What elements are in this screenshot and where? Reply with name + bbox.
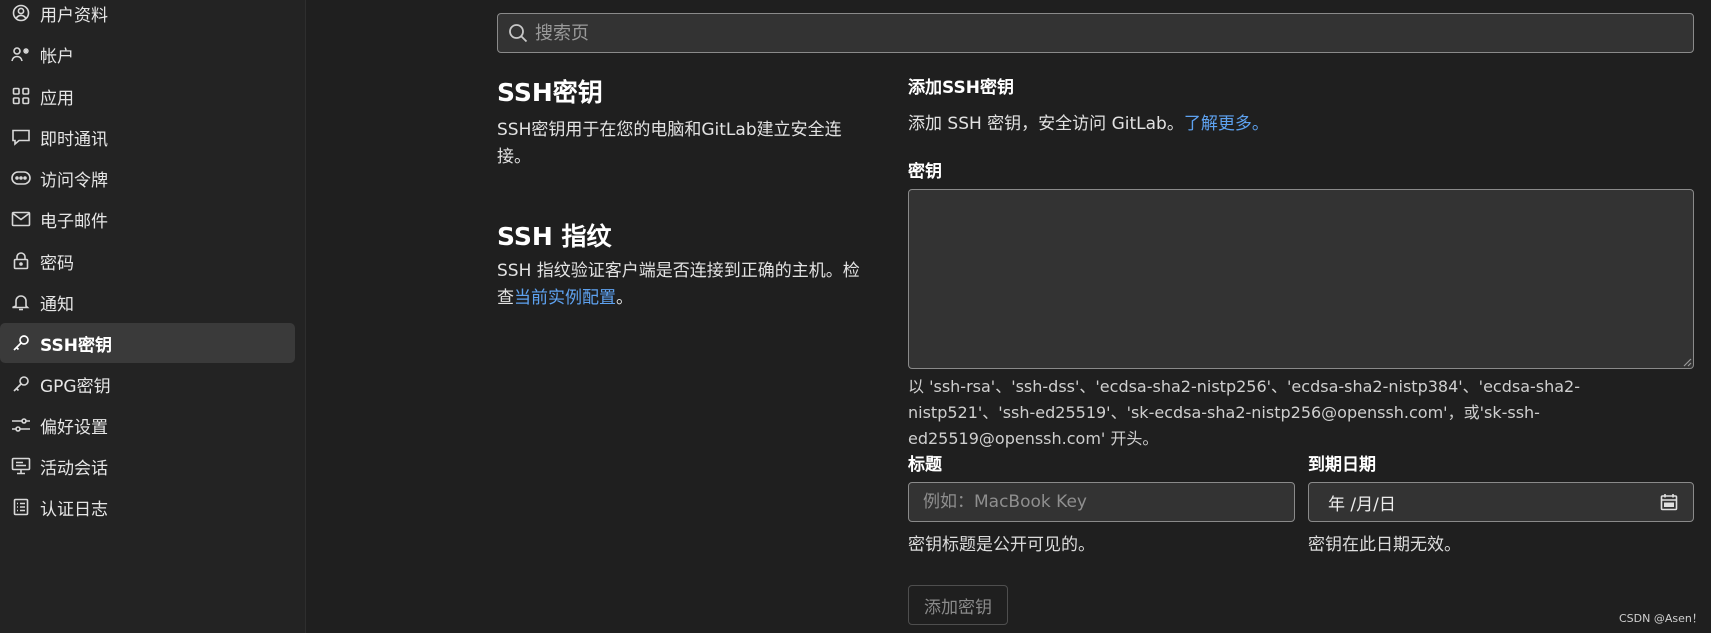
search-input[interactable] <box>535 22 1693 44</box>
sidebar-item-label: 通知 <box>40 294 74 315</box>
app-root: 用户资料 帐户 应用 即时通讯 访问令牌 电子邮件 密码 通知 SSH密钥 GP… <box>0 0 1711 633</box>
add-key-intro: 添加 SSH 密钥，安全访问 GitLab。了解更多。 <box>908 109 1269 134</box>
sidebar-item-applications[interactable]: 应用 <box>0 76 295 116</box>
monitor-icon <box>11 456 31 476</box>
sidebar-item-chat[interactable]: 即时通讯 <box>0 117 295 157</box>
ssh-fingerprint-description: SSH 指纹验证客户端是否连接到正确的主机。检查当前实例配置。 <box>497 258 875 312</box>
bell-icon <box>11 292 31 312</box>
sidebar-item-account[interactable]: 帐户 <box>0 34 295 74</box>
sidebar-item-password[interactable]: 密码 <box>0 241 295 281</box>
resize-grip-icon[interactable] <box>1682 357 1692 367</box>
ssh-fingerprint-title: SSH 指纹 <box>497 222 612 251</box>
ssh-keys-description: SSH密钥用于在您的电脑和GitLab建立安全连接。 <box>497 120 842 167</box>
sidebar-item-notifications[interactable]: 通知 <box>0 282 295 322</box>
sidebar-item-label: 认证日志 <box>40 499 108 520</box>
sidebar-item-label: 即时通讯 <box>40 129 108 150</box>
mail-icon <box>11 209 31 229</box>
applications-icon <box>11 86 31 106</box>
expiry-date-value[interactable]: 年 /月/日 <box>1328 490 1659 515</box>
key-icon <box>11 374 31 394</box>
sidebar-item-label: 访问令牌 <box>40 170 108 191</box>
chat-icon <box>11 127 31 147</box>
expiry-label: 到期日期 <box>1308 455 1376 475</box>
user-circle-icon <box>11 3 31 23</box>
sidebar-item-label: GPG密钥 <box>40 376 111 397</box>
sidebar-item-gpg-keys[interactable]: GPG密钥 <box>0 364 295 404</box>
expiry-help-text: 密钥在此日期无效。 <box>1308 535 1461 555</box>
add-key-button[interactable]: 添加密钥 <box>908 585 1008 625</box>
fingerprint-description-end: 。 <box>616 288 633 308</box>
add-ssh-key-heading: 添加SSH密钥 <box>908 78 1014 98</box>
key-textarea[interactable] <box>908 189 1694 369</box>
sidebar-item-label: 用户资料 <box>40 5 108 26</box>
title-field[interactable] <box>908 482 1295 522</box>
sidebar-item-label: 电子邮件 <box>40 211 108 232</box>
preferences-icon <box>11 415 31 435</box>
ssh-keys-title: SSH密钥 <box>497 78 603 107</box>
key-format-hint: 以 'ssh-rsa'、'ssh-dss'、'ecdsa-sha2-nistp2… <box>908 377 1581 448</box>
settings-sidebar: 用户资料 帐户 应用 即时通讯 访问令牌 电子邮件 密码 通知 SSH密钥 GP… <box>0 0 306 633</box>
key-icon <box>11 333 31 353</box>
title-input[interactable] <box>923 492 1294 512</box>
add-key-intro-text: 添加 SSH 密钥，安全访问 GitLab。 <box>908 114 1184 134</box>
account-icon <box>11 44 31 64</box>
calendar-icon[interactable] <box>1659 492 1679 512</box>
sidebar-item-profile[interactable]: 用户资料 <box>0 0 295 33</box>
expiry-date-field[interactable]: 年 /月/日 <box>1308 482 1694 522</box>
search-icon <box>508 22 530 44</box>
sidebar-item-label: 偏好设置 <box>40 417 108 438</box>
learn-more-link[interactable]: 了解更多。 <box>1184 114 1269 134</box>
sidebar-item-access-tokens[interactable]: 访问令牌 <box>0 158 295 198</box>
title-help-text: 密钥标题是公开可见的。 <box>908 535 1095 555</box>
token-icon <box>11 168 31 188</box>
search-box[interactable] <box>497 13 1694 53</box>
sidebar-item-label: 帐户 <box>40 46 74 67</box>
instance-configuration-link[interactable]: 当前实例配置 <box>514 288 616 308</box>
title-label: 标题 <box>908 455 942 475</box>
sidebar-item-ssh-keys[interactable]: SSH密钥 <box>0 323 295 363</box>
sidebar-item-label: 密码 <box>40 253 74 274</box>
watermark: CSDN @Asen！ <box>1619 612 1703 625</box>
sidebar-item-emails[interactable]: 电子邮件 <box>0 199 295 239</box>
log-icon <box>11 497 31 517</box>
key-label: 密钥 <box>908 162 942 182</box>
sidebar-item-auth-log[interactable]: 认证日志 <box>0 487 295 527</box>
lock-icon <box>11 251 31 271</box>
sidebar-item-label: 活动会话 <box>40 458 108 479</box>
sidebar-item-active-sessions[interactable]: 活动会话 <box>0 446 295 486</box>
sidebar-item-preferences[interactable]: 偏好设置 <box>0 405 295 445</box>
sidebar-item-label: SSH密钥 <box>40 335 112 356</box>
sidebar-item-label: 应用 <box>40 88 74 109</box>
